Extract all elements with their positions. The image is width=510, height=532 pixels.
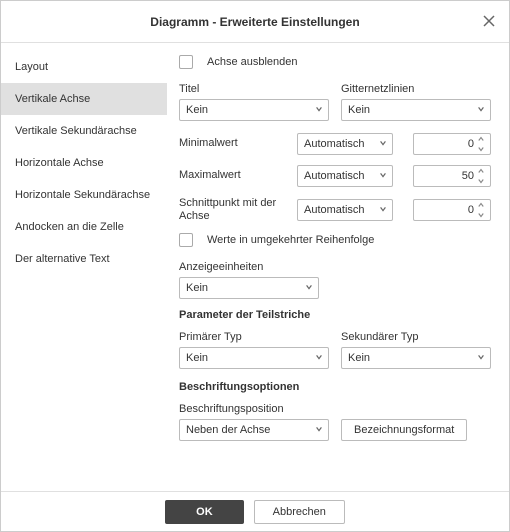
hide-axis-label: Achse ausblenden bbox=[207, 56, 298, 68]
select-value: Kein bbox=[186, 282, 208, 294]
secondary-type-select[interactable]: Kein bbox=[341, 347, 491, 369]
content-panel: Achse ausblenden Titel Kein Gitternetzli… bbox=[167, 43, 509, 491]
sidebar-item-dock-to-cell[interactable]: Andocken an die Zelle bbox=[1, 211, 167, 243]
max-label: Maximalwert bbox=[179, 169, 289, 182]
select-value: Automatisch bbox=[304, 170, 365, 182]
select-value: Automatisch bbox=[304, 204, 365, 216]
spinner-arrows[interactable] bbox=[477, 202, 487, 218]
primary-type-label: Primärer Typ bbox=[179, 331, 329, 343]
sidebar-item-vertical-axis[interactable]: Vertikale Achse bbox=[1, 83, 167, 115]
sidebar-item-label: Vertikale Sekundärachse bbox=[15, 125, 137, 137]
gridlines-label: Gitternetzlinien bbox=[341, 83, 491, 95]
select-value: Kein bbox=[348, 352, 370, 364]
chevron-down-icon bbox=[477, 178, 485, 184]
chevron-down-icon bbox=[477, 212, 485, 218]
min-label: Minimalwert bbox=[179, 137, 289, 150]
tick-section-title: Parameter der Teilstriche bbox=[179, 309, 491, 321]
sidebar-item-label: Andocken an die Zelle bbox=[15, 221, 124, 233]
secondary-type-label: Sekundärer Typ bbox=[341, 331, 491, 343]
chevron-down-icon bbox=[379, 138, 387, 150]
cross-value-spinner[interactable]: 0 bbox=[413, 199, 491, 221]
chevron-down-icon bbox=[315, 424, 323, 436]
ok-button[interactable]: OK bbox=[165, 500, 244, 524]
spinner-arrows[interactable] bbox=[477, 136, 487, 152]
gridlines-select[interactable]: Kein bbox=[341, 99, 491, 121]
primary-type-select[interactable]: Kein bbox=[179, 347, 329, 369]
min-value-spinner[interactable]: 0 bbox=[413, 133, 491, 155]
spinner-arrows[interactable] bbox=[477, 168, 487, 184]
sidebar-item-label: Der alternative Text bbox=[15, 253, 110, 265]
title-label: Titel bbox=[179, 83, 329, 95]
reverse-order-checkbox[interactable] bbox=[179, 233, 193, 247]
sidebar-item-label: Horizontale Sekundärachse bbox=[15, 189, 150, 201]
min-mode-select[interactable]: Automatisch bbox=[297, 133, 393, 155]
button-label: Abbrechen bbox=[273, 506, 326, 518]
select-value: Kein bbox=[186, 104, 208, 116]
button-label: Bezeichnungsformat bbox=[354, 424, 454, 436]
chevron-up-icon bbox=[477, 202, 485, 208]
label-section-title: Beschriftungsoptionen bbox=[179, 381, 491, 393]
chevron-down-icon bbox=[477, 104, 485, 116]
dialog-titlebar: Diagramm - Erweiterte Einstellungen bbox=[1, 1, 509, 43]
chevron-down-icon bbox=[305, 282, 313, 294]
chevron-down-icon bbox=[379, 204, 387, 216]
hide-axis-checkbox[interactable] bbox=[179, 55, 193, 69]
sidebar-item-vertical-secondary-axis[interactable]: Vertikale Sekundärachse bbox=[1, 115, 167, 147]
max-value-spinner[interactable]: 50 bbox=[413, 165, 491, 187]
cancel-button[interactable]: Abbrechen bbox=[254, 500, 345, 524]
chevron-down-icon bbox=[315, 104, 323, 116]
select-value: Kein bbox=[186, 352, 208, 364]
chevron-down-icon bbox=[477, 146, 485, 152]
sidebar-item-layout[interactable]: Layout bbox=[1, 51, 167, 83]
select-value: Kein bbox=[348, 104, 370, 116]
sidebar-item-label: Layout bbox=[15, 61, 48, 73]
chevron-down-icon bbox=[379, 170, 387, 182]
select-value: Neben der Achse bbox=[186, 424, 270, 436]
button-label: OK bbox=[196, 506, 213, 518]
sidebar-item-label: Vertikale Achse bbox=[15, 93, 90, 105]
dialog-title: Diagramm - Erweiterte Einstellungen bbox=[150, 15, 359, 29]
sidebar-item-label: Horizontale Achse bbox=[15, 157, 104, 169]
title-select[interactable]: Kein bbox=[179, 99, 329, 121]
chevron-down-icon bbox=[477, 352, 485, 364]
chevron-down-icon bbox=[315, 352, 323, 364]
cross-mode-select[interactable]: Automatisch bbox=[297, 199, 393, 221]
reverse-order-label: Werte in umgekehrter Reihenfolge bbox=[207, 234, 374, 246]
sidebar-item-horizontal-secondary-axis[interactable]: Horizontale Sekundärachse bbox=[1, 179, 167, 211]
sidebar-item-horizontal-axis[interactable]: Horizontale Achse bbox=[1, 147, 167, 179]
sidebar-item-alt-text[interactable]: Der alternative Text bbox=[1, 243, 167, 275]
max-mode-select[interactable]: Automatisch bbox=[297, 165, 393, 187]
chevron-up-icon bbox=[477, 168, 485, 174]
label-pos-label: Beschriftungsposition bbox=[179, 403, 491, 415]
select-value: Automatisch bbox=[304, 138, 365, 150]
close-icon bbox=[481, 13, 497, 29]
display-units-label: Anzeigeeinheiten bbox=[179, 261, 491, 273]
sidebar: Layout Vertikale Achse Vertikale Sekundä… bbox=[1, 43, 167, 491]
chevron-up-icon bbox=[477, 136, 485, 142]
display-units-select[interactable]: Kein bbox=[179, 277, 319, 299]
label-pos-select[interactable]: Neben der Achse bbox=[179, 419, 329, 441]
label-format-button[interactable]: Bezeichnungsformat bbox=[341, 419, 467, 441]
close-button[interactable] bbox=[481, 13, 497, 29]
dialog-footer: OK Abbrechen bbox=[1, 491, 509, 531]
cross-label: Schnittpunkt mit der Achse bbox=[179, 197, 289, 223]
